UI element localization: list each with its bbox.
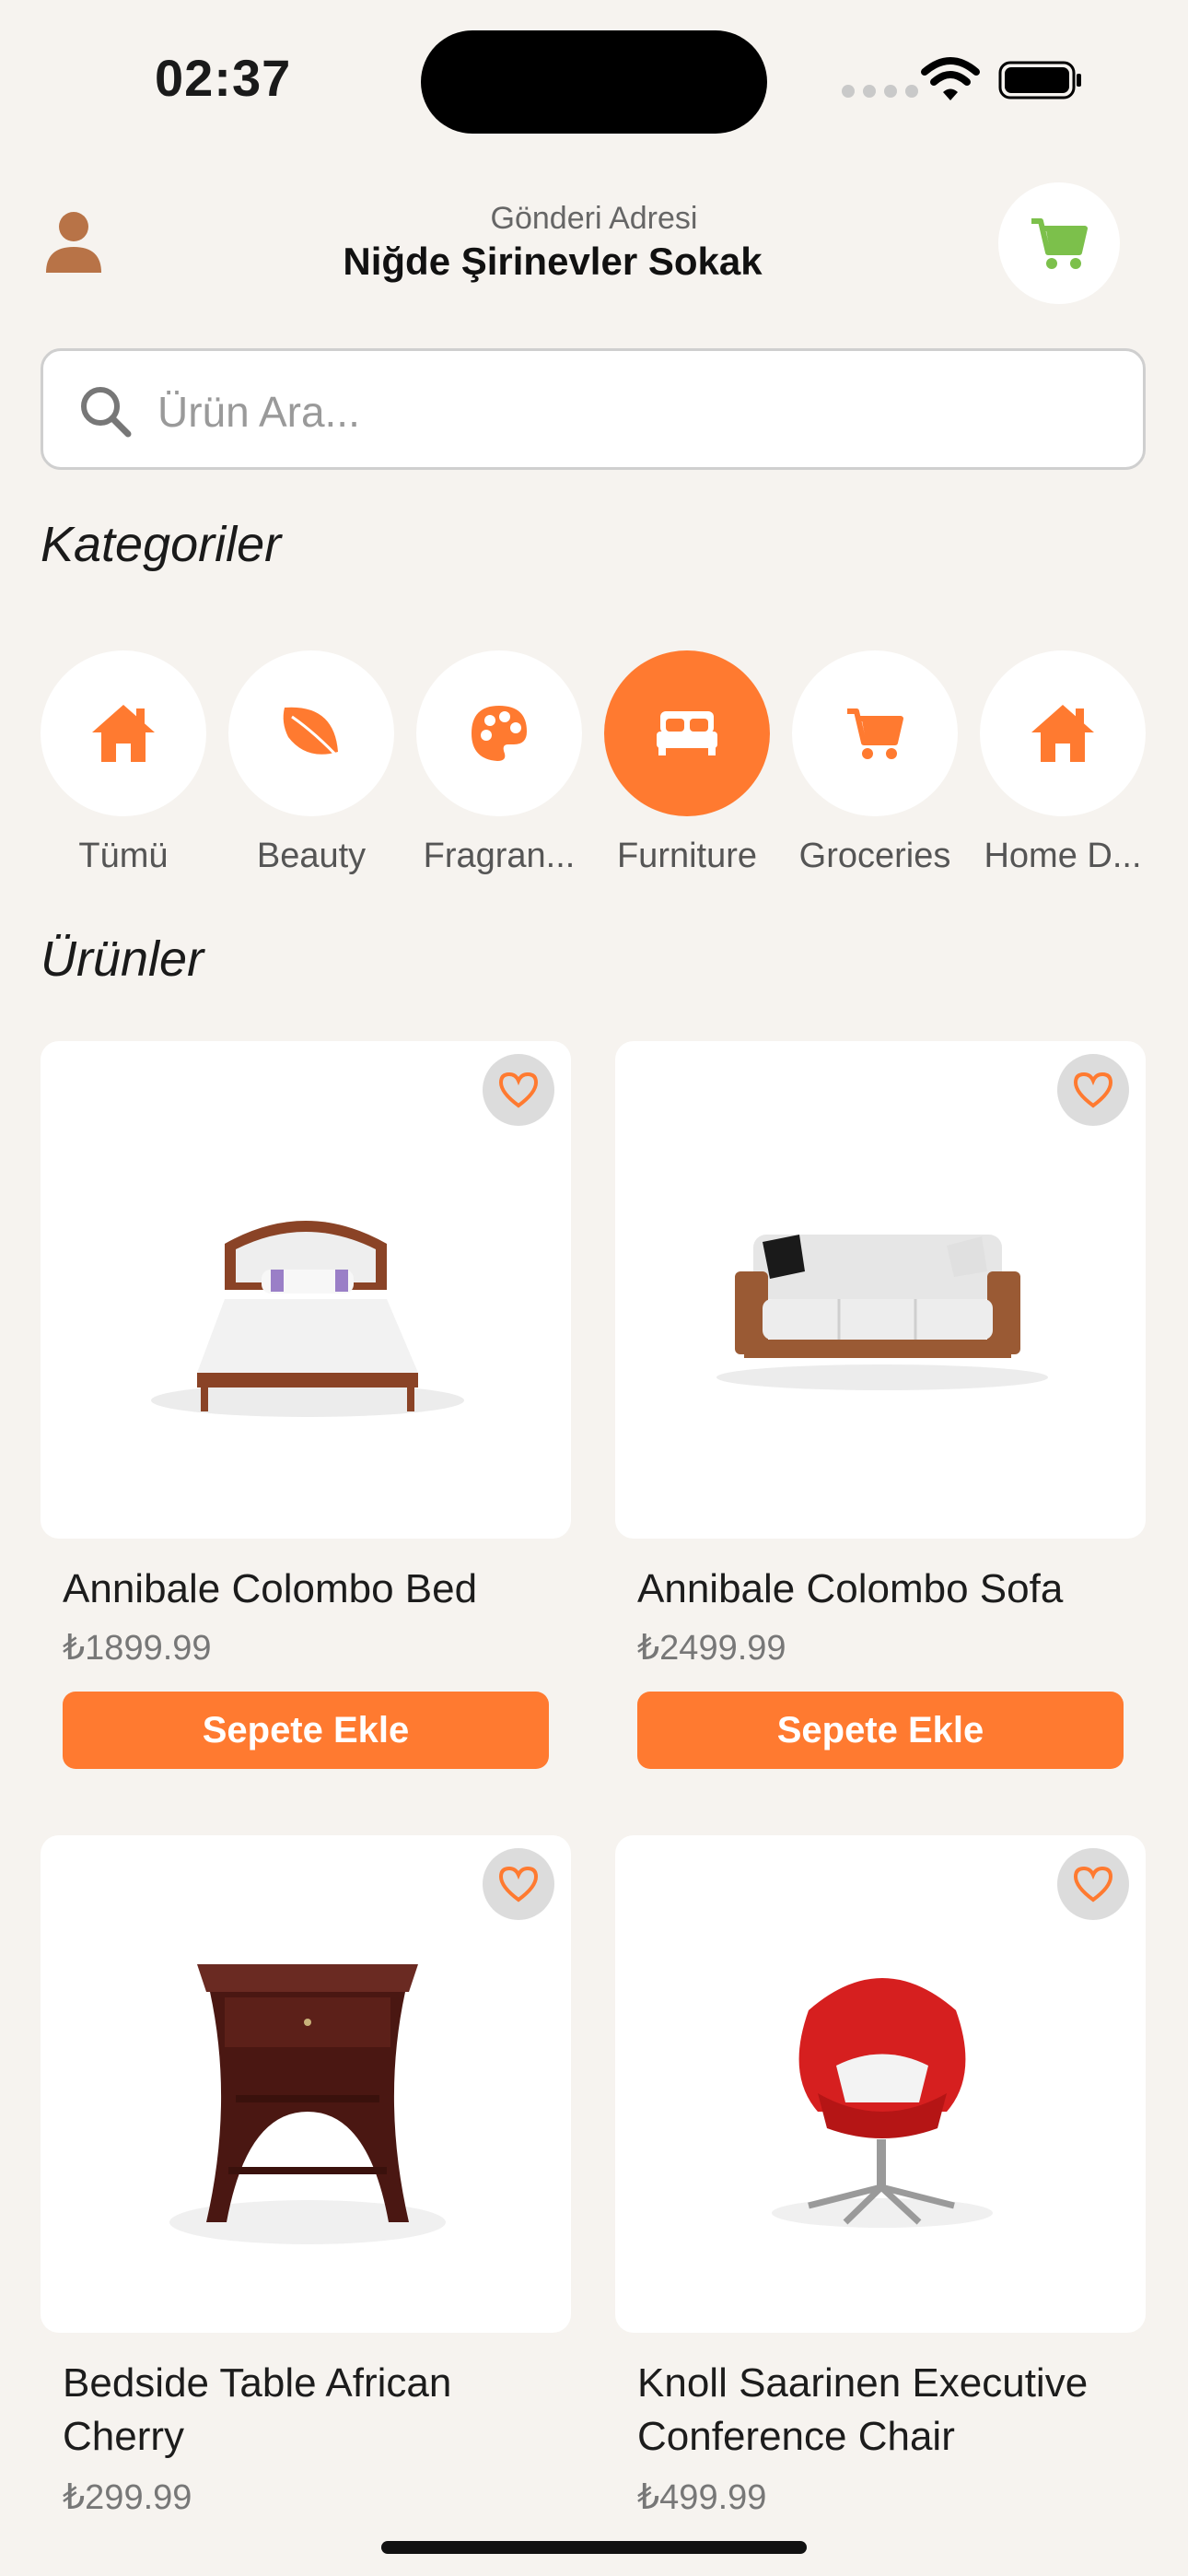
- category-furniture[interactable]: Furniture: [604, 650, 770, 876]
- cellular-signal-icon: [842, 85, 918, 98]
- leaf-icon: [283, 707, 344, 763]
- category-groceries[interactable]: Groceries: [792, 650, 958, 876]
- category-fragrances[interactable]: Fragran...: [416, 650, 582, 876]
- palette-icon: [472, 706, 527, 761]
- home-icon: [92, 705, 155, 762]
- cart-icon: [1031, 218, 1088, 269]
- dynamic-island: [421, 30, 767, 134]
- product-name[interactable]: Knoll Saarinen Executive Conference Chai…: [637, 2357, 1153, 2464]
- heart-icon: [498, 1866, 539, 1903]
- category-beauty[interactable]: Beauty: [228, 650, 394, 876]
- favorite-button[interactable]: [483, 1054, 554, 1126]
- categories-title: Kategoriler: [41, 517, 282, 572]
- product-price: ₺299.99: [63, 2478, 192, 2517]
- favorite-button[interactable]: [483, 1848, 554, 1920]
- product-price: ₺499.99: [637, 2478, 767, 2517]
- product-name[interactable]: Bedside Table African Cherry: [63, 2357, 578, 2464]
- product-image-chair: [772, 1978, 993, 2228]
- category-all[interactable]: Tümü: [41, 650, 206, 876]
- category-label: Tümü: [78, 837, 169, 875]
- product-image-sofa: [716, 1235, 1048, 1390]
- products-title: Ürünler: [41, 931, 204, 987]
- favorite-button[interactable]: [1057, 1848, 1129, 1920]
- status-time: 02:37: [155, 49, 292, 107]
- cart-icon: [847, 708, 903, 759]
- category-label: Groceries: [798, 837, 951, 875]
- home-indicator[interactable]: [381, 2541, 807, 2554]
- category-label: Furniture: [616, 837, 758, 875]
- product-card-image[interactable]: [41, 1041, 571, 1539]
- heart-icon: [1073, 1071, 1113, 1108]
- add-to-cart-button[interactable]: Sepete Ekle: [637, 1692, 1124, 1769]
- search-icon: [81, 387, 132, 438]
- product-card-image[interactable]: [615, 1041, 1146, 1539]
- add-to-cart-button[interactable]: Sepete Ekle: [63, 1692, 549, 1769]
- category-label: Beauty: [256, 837, 367, 875]
- delivery-address[interactable]: Niğde Şirinevler Sokak: [0, 240, 1105, 284]
- cart-button[interactable]: [998, 182, 1120, 304]
- category-label: Fragran...: [423, 837, 576, 875]
- product-image-bedside-table: [169, 1964, 446, 2244]
- category-label: Home D...: [984, 837, 1142, 875]
- bed-icon: [657, 711, 717, 755]
- wifi-icon: [921, 57, 980, 100]
- product-price: ₺1899.99: [63, 1629, 212, 1668]
- product-price: ₺2499.99: [637, 1629, 786, 1668]
- product-card-image[interactable]: [41, 1835, 571, 2333]
- category-home-decoration[interactable]: Home D...: [980, 650, 1146, 876]
- heart-icon: [498, 1071, 539, 1108]
- product-image-bed: [151, 1221, 464, 1417]
- favorite-button[interactable]: [1057, 1054, 1129, 1126]
- search-input[interactable]: [156, 379, 1080, 445]
- search-bar[interactable]: [41, 348, 1146, 470]
- battery-icon: [998, 61, 1081, 100]
- product-name[interactable]: Annibale Colombo Bed: [63, 1563, 578, 1616]
- product-name[interactable]: Annibale Colombo Sofa: [637, 1563, 1153, 1616]
- home-icon: [1031, 705, 1094, 762]
- product-card-image[interactable]: [615, 1835, 1146, 2333]
- heart-icon: [1073, 1866, 1113, 1903]
